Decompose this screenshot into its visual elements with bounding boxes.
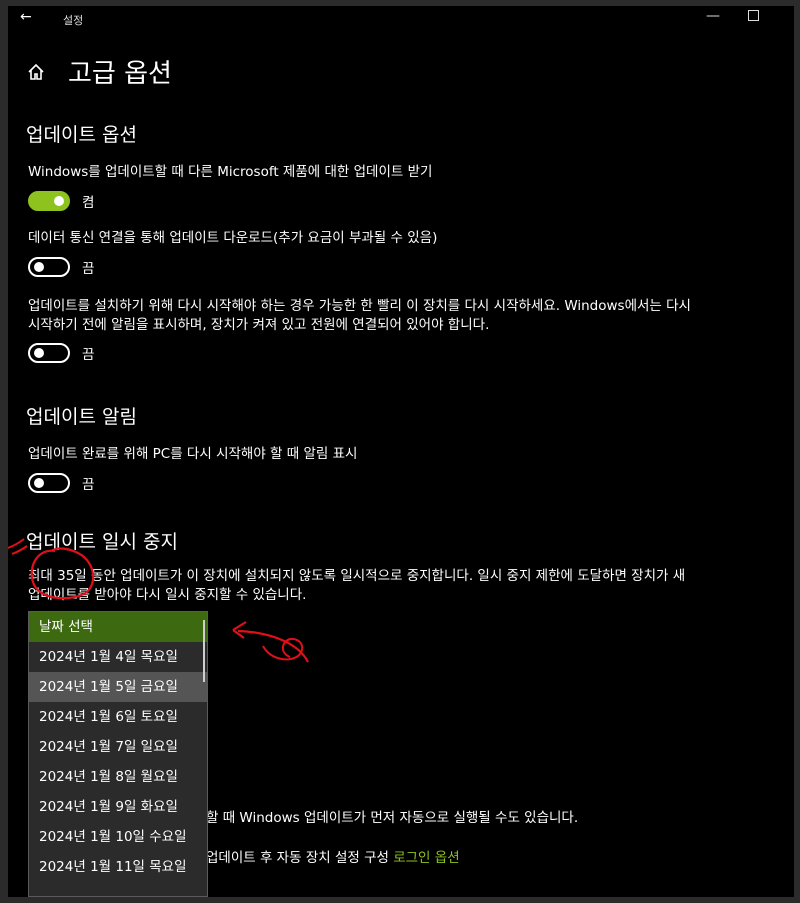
restart-asap-toggle[interactable] bbox=[28, 343, 70, 363]
maximize-icon[interactable] bbox=[748, 10, 759, 21]
dropdown-scrollbar[interactable] bbox=[203, 620, 205, 682]
app-title: 설정 bbox=[63, 14, 84, 27]
pause-desc-1: 최대 35일 동안 업데이트가 이 장치에 설치되지 않도록 일시적으로 중지합… bbox=[28, 568, 686, 584]
dropdown-option[interactable]: 2024년 1월 10일 수요일 bbox=[29, 822, 207, 852]
dropdown-option[interactable]: 2024년 1월 7일 일요일 bbox=[29, 732, 207, 762]
restart-notice-label: 업데이트 완료를 위해 PC를 다시 시작해야 할 때 알림 표시 bbox=[28, 446, 358, 462]
dropdown-option[interactable]: 2024년 1월 6일 토요일 bbox=[29, 702, 207, 732]
section-notifications: 업데이트 알림 bbox=[26, 406, 137, 428]
title-bar: ← 설정 — bbox=[8, 6, 794, 32]
back-arrow-icon[interactable]: ← bbox=[20, 9, 32, 25]
restart-notice-state: 끔 bbox=[82, 477, 95, 493]
restart-asap-label-2: 시작하기 전에 알림을 표시하며, 장치가 켜져 있고 전원에 연결되어 있어야… bbox=[28, 317, 490, 333]
below-text-2: 업데이트 후 자동 장치 설정 구성 로그인 옵션 bbox=[206, 848, 460, 868]
metered-state: 끔 bbox=[82, 261, 95, 277]
below-text-2-main: 업데이트 후 자동 장치 설정 구성 bbox=[206, 850, 389, 866]
restart-asap-state: 끔 bbox=[82, 347, 95, 363]
home-icon[interactable] bbox=[26, 62, 46, 82]
ms-products-label: Windows를 업데이트할 때 다른 Microsoft 제품에 대한 업데이… bbox=[28, 164, 433, 180]
restart-notice-toggle[interactable] bbox=[28, 473, 70, 493]
ms-products-toggle[interactable] bbox=[28, 191, 70, 211]
settings-window: ← 설정 — 고급 옵션 업데이트 옵션 Windows를 업데이트할 때 다른… bbox=[8, 6, 794, 897]
dropdown-option[interactable]: 2024년 1월 5일 금요일 bbox=[29, 672, 207, 702]
dropdown-option[interactable]: 2024년 1월 4일 목요일 bbox=[29, 642, 207, 672]
page-title: 고급 옵션 bbox=[68, 59, 172, 89]
dropdown-option[interactable]: 2024년 1월 8일 월요일 bbox=[29, 762, 207, 792]
section-pause: 업데이트 일시 중지 bbox=[26, 531, 178, 553]
signin-options-link[interactable]: 로그인 옵션 bbox=[393, 850, 459, 866]
metered-toggle[interactable] bbox=[28, 257, 70, 277]
below-text-1: 할 때 Windows 업데이트가 먼저 자동으로 실행될 수도 있습니다. bbox=[206, 810, 579, 826]
minimize-icon[interactable]: — bbox=[706, 8, 720, 24]
pause-desc-2: 업데이트를 받아야 다시 일시 중지할 수 있습니다. bbox=[28, 587, 307, 603]
dropdown-option[interactable]: 2024년 1월 9일 화요일 bbox=[29, 792, 207, 822]
dropdown-option-placeholder[interactable]: 날짜 선택 bbox=[29, 612, 207, 642]
metered-label: 데이터 통신 연결을 통해 업데이트 다운로드(추가 요금이 부과될 수 있음) bbox=[28, 230, 438, 246]
ms-products-state: 켬 bbox=[82, 195, 95, 211]
dropdown-option[interactable]: 2024년 1월 11일 목요일 bbox=[29, 852, 207, 882]
pause-date-dropdown[interactable]: 날짜 선택 2024년 1월 4일 목요일 2024년 1월 5일 금요일 2024년… bbox=[28, 611, 208, 897]
restart-asap-label-1: 업데이트를 설치하기 위해 다시 시작해야 하는 경우 가능한 한 빨리 이 장… bbox=[28, 298, 691, 314]
section-update-options: 업데이트 옵션 bbox=[26, 124, 137, 146]
